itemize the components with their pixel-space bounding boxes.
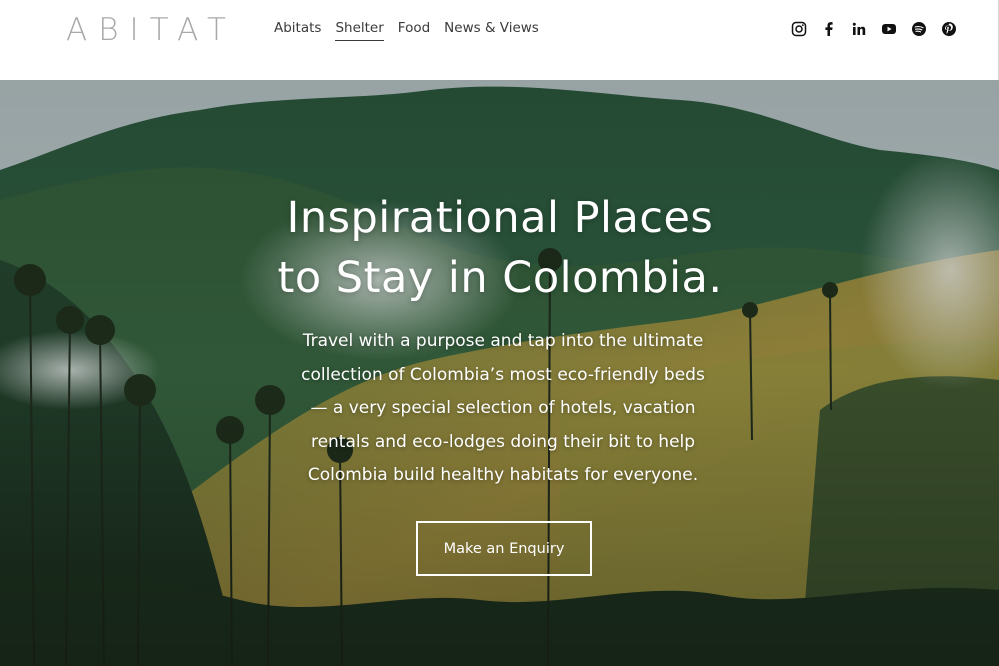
youtube-icon[interactable] [880,20,898,38]
linkedin-icon[interactable] [850,20,868,38]
hero-description: Travel with a purpose and tap into the u… [270,325,736,493]
social-links [790,20,958,38]
nav-item-food[interactable]: Food [398,20,430,41]
nav-item-news-views[interactable]: News & Views [444,20,539,41]
site-header: ABITAT Abitats Shelter Food News & Views [0,0,999,80]
hero-content: Inspirational Places to Stay in Colombia… [0,80,999,666]
hero-text-line-2: collection of Colombia’s most eco-friend… [301,364,705,385]
facebook-icon[interactable] [820,20,838,38]
hero-title-line-1: Inspirational Places [286,193,714,243]
hero-text-line-3: — a very special selection of hotels, va… [310,398,696,418]
hero-text-line-4: rentals and eco-lodges doing their bit t… [310,431,696,452]
hero-title: Inspirational Places to Stay in Colombia… [150,188,850,308]
hero-title-line-2: to Stay in Colombia. [277,253,723,303]
hero-text-line-1: Travel with a purpose and tap into the u… [302,331,704,351]
nav-item-shelter[interactable]: Shelter [335,20,384,41]
hero-text-line-5: Colombia build healthy habitats for ever… [307,465,699,485]
page: ABITAT Abitats Shelter Food News & Views [0,0,999,666]
main-nav: Abitats Shelter Food News & Views [274,20,553,41]
hero-section: Inspirational Places to Stay in Colombia… [0,80,999,666]
instagram-icon[interactable] [790,20,808,38]
make-enquiry-button[interactable]: Make an Enquiry [416,521,592,576]
spotify-icon[interactable] [910,20,928,38]
nav-item-abitats[interactable]: Abitats [274,20,321,41]
pinterest-icon[interactable] [940,20,958,38]
site-logo[interactable]: ABITAT [66,12,237,48]
